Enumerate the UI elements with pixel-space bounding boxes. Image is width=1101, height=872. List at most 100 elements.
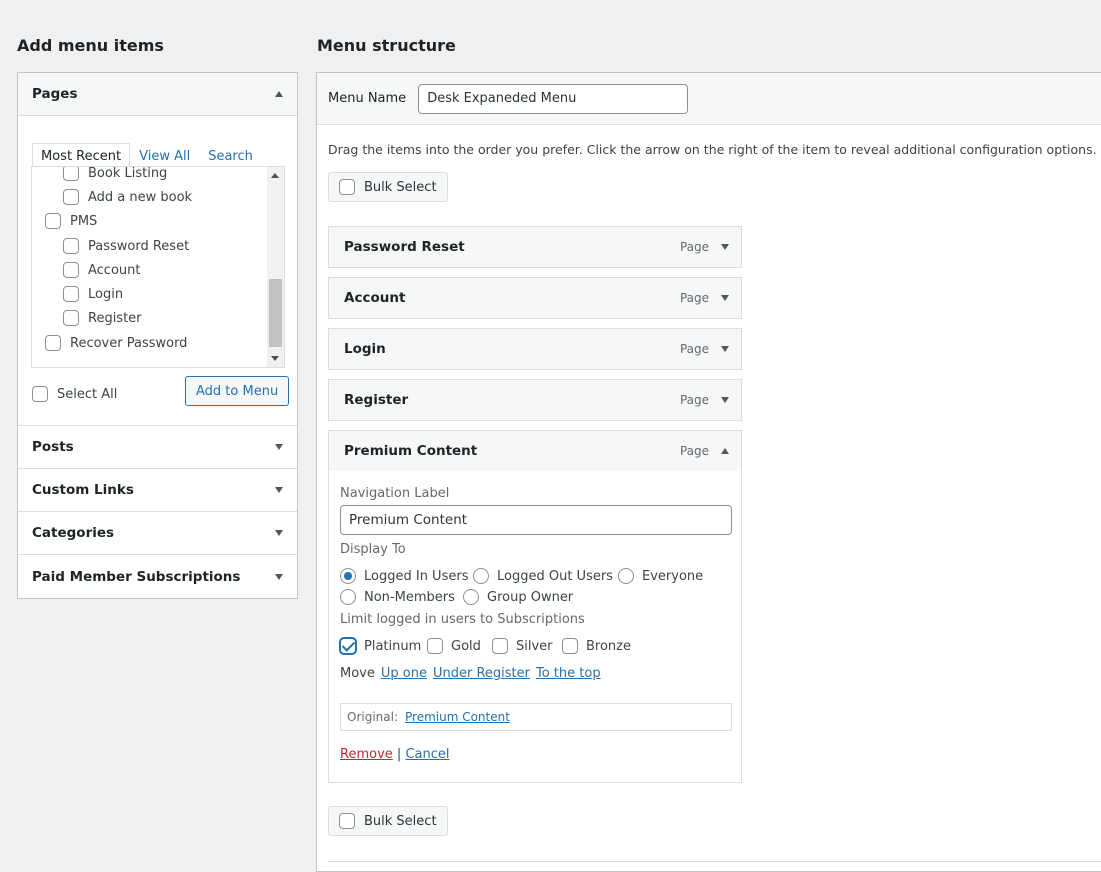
- remove-link[interactable]: Remove: [340, 747, 393, 762]
- select-all-checkbox[interactable]: [32, 386, 48, 402]
- custom-links-accordion-header[interactable]: Custom Links: [18, 469, 297, 512]
- bulk-select-button[interactable]: Bulk Select: [328, 172, 448, 202]
- navigation-label-input[interactable]: Premium Content: [340, 505, 732, 535]
- scrollbar-thumb[interactable]: [269, 279, 282, 347]
- pages-checklist[interactable]: Book Listing Add a new book PMS Password…: [31, 166, 285, 368]
- move-to-top-link[interactable]: To the top: [536, 666, 601, 681]
- page-checkbox[interactable]: [63, 189, 79, 205]
- menu-item-premium-content[interactable]: Premium Content Page: [328, 430, 742, 472]
- menu-name-label: Menu Name: [328, 91, 407, 106]
- bulk-select-checkbox[interactable]: [339, 179, 355, 195]
- expand-arrow-icon[interactable]: [721, 346, 729, 352]
- menu-item-type: Page: [679, 393, 709, 407]
- display-option-logged-in[interactable]: Logged In Users: [340, 568, 468, 584]
- bulk-select-button-bottom[interactable]: Bulk Select: [328, 806, 448, 836]
- add-menu-items-title: Add menu items: [17, 36, 164, 55]
- menu-item-settings: Navigation Label Premium Content Display…: [328, 471, 742, 783]
- original-link[interactable]: Premium Content: [405, 710, 510, 724]
- move-under-register-link[interactable]: Under Register: [433, 666, 530, 681]
- menu-name-input[interactable]: Desk Expaneded Menu: [418, 83, 689, 114]
- move-row: Move Up one Under Register To the top: [340, 666, 601, 681]
- menu-item-account[interactable]: Account Page: [328, 277, 742, 319]
- option-label: Logged In Users: [364, 568, 469, 584]
- list-item[interactable]: Recover Password: [45, 335, 187, 351]
- select-all-control[interactable]: Select All: [32, 386, 117, 402]
- tab-view-all[interactable]: View All: [130, 149, 199, 167]
- menu-item-title: Register: [344, 392, 409, 408]
- list-item[interactable]: Book Listing: [63, 167, 167, 181]
- checkbox-platinum[interactable]: [340, 638, 356, 654]
- page-checkbox[interactable]: [63, 262, 79, 278]
- expand-arrow-icon[interactable]: [721, 244, 729, 250]
- radio-logged-in-users[interactable]: [340, 568, 356, 584]
- list-item[interactable]: Account: [63, 262, 141, 278]
- list-item-label: Password Reset: [88, 238, 190, 254]
- checkbox-silver[interactable]: [492, 638, 508, 654]
- list-item-label: Add a new book: [88, 189, 193, 205]
- menu-item-login[interactable]: Login Page: [328, 328, 742, 370]
- menu-item-title: Password Reset: [344, 239, 465, 255]
- add-to-menu-button[interactable]: Add to Menu: [185, 376, 290, 406]
- list-item-label: PMS: [70, 213, 98, 229]
- tab-most-recent[interactable]: Most Recent: [32, 143, 131, 168]
- paid-member-subscriptions-accordion-header[interactable]: Paid Member Subscriptions: [18, 555, 297, 598]
- categories-accordion-header[interactable]: Categories: [18, 512, 297, 555]
- radio-everyone[interactable]: [618, 568, 634, 584]
- page-checkbox[interactable]: [63, 238, 79, 254]
- bulk-select-checkbox[interactable]: [339, 813, 355, 829]
- list-item[interactable]: Login: [63, 286, 123, 302]
- subscription-silver[interactable]: Silver: [492, 638, 553, 654]
- list-item[interactable]: Register: [63, 310, 142, 326]
- expand-arrow-icon[interactable]: [275, 530, 283, 536]
- list-item[interactable]: PMS: [45, 213, 97, 229]
- move-up-one-link[interactable]: Up one: [381, 666, 427, 681]
- list-item-label: Recover Password: [70, 335, 188, 351]
- radio-group-owner[interactable]: [463, 589, 479, 605]
- option-label: Group Owner: [487, 589, 574, 605]
- option-label: Platinum: [364, 638, 422, 654]
- original-label: Original:: [347, 710, 398, 724]
- scroll-down-arrow-icon[interactable]: [271, 356, 279, 361]
- pages-accordion-header[interactable]: Pages: [18, 73, 297, 116]
- expand-arrow-icon[interactable]: [275, 444, 283, 450]
- tab-search[interactable]: Search: [199, 149, 262, 167]
- option-label: Everyone: [642, 568, 704, 584]
- list-item[interactable]: Add a new book: [63, 189, 192, 205]
- collapse-arrow-icon[interactable]: [721, 448, 729, 454]
- option-label: Bronze: [586, 638, 631, 654]
- page-checkbox[interactable]: [63, 167, 79, 181]
- display-option-group-owner[interactable]: Group Owner: [463, 589, 573, 605]
- subscription-platinum[interactable]: Platinum: [340, 638, 421, 654]
- menu-item-title: Account: [344, 290, 406, 306]
- page-checkbox[interactable]: [45, 213, 61, 229]
- bulk-select-label: Bulk Select: [364, 813, 437, 829]
- limit-subscriptions-label: Limit logged in users to Subscriptions: [340, 612, 585, 627]
- menu-item-password-reset[interactable]: Password Reset Page: [328, 226, 742, 268]
- accordion-label: Posts: [32, 439, 74, 455]
- expand-arrow-icon[interactable]: [275, 573, 283, 580]
- radio-logged-out-users[interactable]: [473, 568, 489, 584]
- posts-accordion-header[interactable]: Posts: [18, 426, 297, 469]
- expand-arrow-icon[interactable]: [275, 487, 283, 493]
- expand-arrow-icon[interactable]: [721, 397, 729, 403]
- checkbox-bronze[interactable]: [562, 638, 578, 654]
- checkbox-gold[interactable]: [427, 638, 443, 654]
- page-checkbox[interactable]: [63, 310, 79, 326]
- display-option-non-members[interactable]: Non-Members: [340, 589, 455, 605]
- subscription-gold[interactable]: Gold: [427, 638, 481, 654]
- page-checkbox[interactable]: [63, 286, 79, 302]
- drag-instructions: Drag the items into the order you prefer…: [328, 142, 1097, 157]
- cancel-link[interactable]: Cancel: [405, 747, 449, 762]
- list-scrollbar[interactable]: [267, 167, 284, 367]
- radio-non-members[interactable]: [340, 589, 356, 605]
- subscription-bronze[interactable]: Bronze: [562, 638, 631, 654]
- expand-arrow-icon[interactable]: [721, 295, 729, 301]
- menu-item-register[interactable]: Register Page: [328, 379, 742, 421]
- menu-item-type: Page: [679, 342, 709, 356]
- display-option-logged-out[interactable]: Logged Out Users: [473, 568, 613, 584]
- list-item[interactable]: Password Reset: [63, 238, 189, 254]
- display-option-everyone[interactable]: Everyone: [618, 568, 703, 584]
- collapse-arrow-icon[interactable]: [275, 91, 283, 97]
- page-checkbox[interactable]: [45, 335, 61, 351]
- scroll-up-arrow-icon[interactable]: [271, 173, 279, 178]
